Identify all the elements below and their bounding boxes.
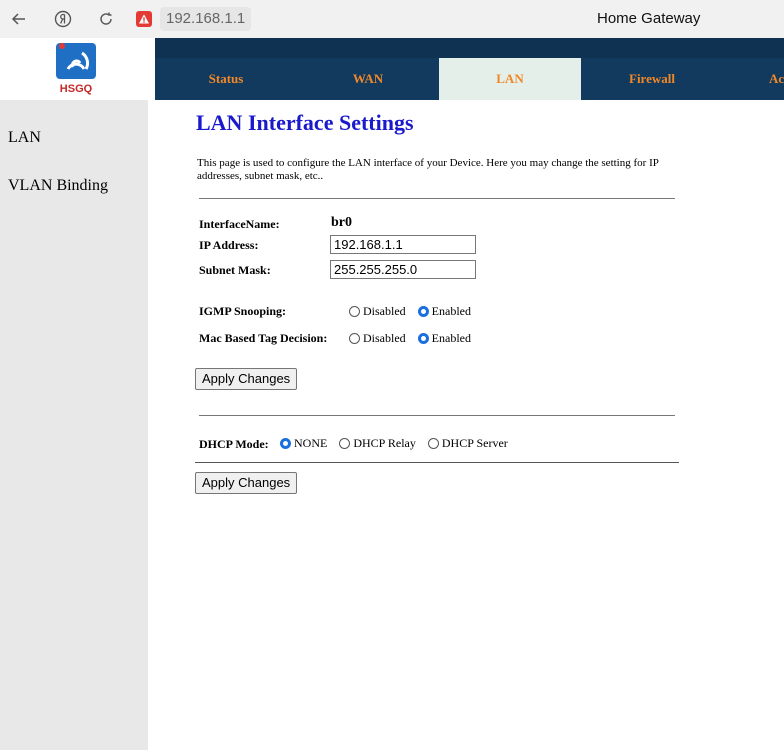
dhcp-mode-radio-group: NONE DHCP Relay DHCP Server <box>280 436 520 451</box>
tab-status[interactable]: Status <box>155 58 297 100</box>
yandex-icon[interactable] <box>48 4 78 34</box>
igmp-disabled-radio[interactable] <box>349 306 360 317</box>
mac-enabled-radio[interactable] <box>417 333 429 344</box>
igmp-snooping-radio-group: Disabled Enabled <box>349 304 483 319</box>
page-description: This page is used to configure the LAN i… <box>197 157 659 182</box>
subnet-mask-label: Subnet Mask: <box>199 263 271 277</box>
ip-address-label: IP Address: <box>199 238 259 252</box>
divider <box>199 198 675 199</box>
nav-tabs: Status WAN LAN Firewall Ac <box>155 58 784 100</box>
dhcp-none-label: NONE <box>294 436 328 450</box>
interface-name-label: InterfaceName: <box>199 217 280 231</box>
hsgq-logo: HSGQ <box>54 41 98 95</box>
page-title: LAN Interface Settings <box>196 110 414 135</box>
nav-top-band <box>155 38 784 58</box>
tab-advanced[interactable]: Ac <box>723 58 784 100</box>
sidebar: LAN VLAN Binding <box>0 100 148 750</box>
dhcp-none-radio[interactable] <box>280 438 291 449</box>
insecure-warning-icon[interactable] <box>136 11 152 27</box>
mac-tag-decision-radio-group: Disabled Enabled <box>349 331 483 346</box>
igmp-enabled-label: Enabled <box>431 304 471 318</box>
sidebar-item-vlan-binding[interactable]: VLAN Binding <box>8 177 108 195</box>
mac-disabled-radio[interactable] <box>349 333 360 344</box>
dhcp-relay-label: DHCP Relay <box>353 436 416 450</box>
dhcp-relay-radio[interactable] <box>339 438 351 449</box>
mac-tag-decision-label: Mac Based Tag Decision: <box>199 331 328 345</box>
igmp-snooping-label: IGMP Snooping: <box>199 304 287 318</box>
browser-toolbar: 192.168.1.1 Home Gateway <box>0 0 784 39</box>
dhcp-server-label: DHCP Server <box>441 436 508 450</box>
mac-enabled-label: Enabled <box>431 331 471 345</box>
divider <box>195 462 679 463</box>
divider <box>199 415 675 416</box>
tab-lan[interactable]: LAN <box>439 58 581 100</box>
svg-text:HSGQ: HSGQ <box>60 83 93 95</box>
top-nav: Status WAN LAN Firewall Ac <box>155 38 784 100</box>
apply-changes-dhcp-button[interactable]: Apply Changes <box>195 472 298 494</box>
logo-area: HSGQ <box>0 38 155 100</box>
dhcp-server-radio[interactable] <box>427 438 439 449</box>
igmp-disabled-label: Disabled <box>363 304 406 318</box>
dhcp-mode-label: DHCP Mode: <box>199 437 269 451</box>
page-tab-title: Home Gateway <box>597 10 701 27</box>
mac-disabled-label: Disabled <box>363 331 406 345</box>
address-bar[interactable]: 192.168.1.1 <box>160 7 252 31</box>
subnet-mask-input[interactable]: 255.255.255.0 <box>330 260 476 279</box>
reload-icon[interactable] <box>91 4 121 34</box>
gateway-header: HSGQ Status WAN LAN Firewall Ac <box>0 38 784 100</box>
sidebar-item-lan[interactable]: LAN <box>8 129 41 147</box>
ip-address-input[interactable]: 192.168.1.1 <box>330 235 476 254</box>
apply-changes-button[interactable]: Apply Changes <box>195 368 298 390</box>
tab-firewall[interactable]: Firewall <box>581 58 723 100</box>
main-content: LAN Interface Settings This page is used… <box>155 100 784 750</box>
back-arrow-icon[interactable] <box>4 4 34 34</box>
igmp-enabled-radio[interactable] <box>417 306 429 317</box>
tab-wan[interactable]: WAN <box>297 58 439 100</box>
interface-name-value: br0 <box>331 215 352 230</box>
